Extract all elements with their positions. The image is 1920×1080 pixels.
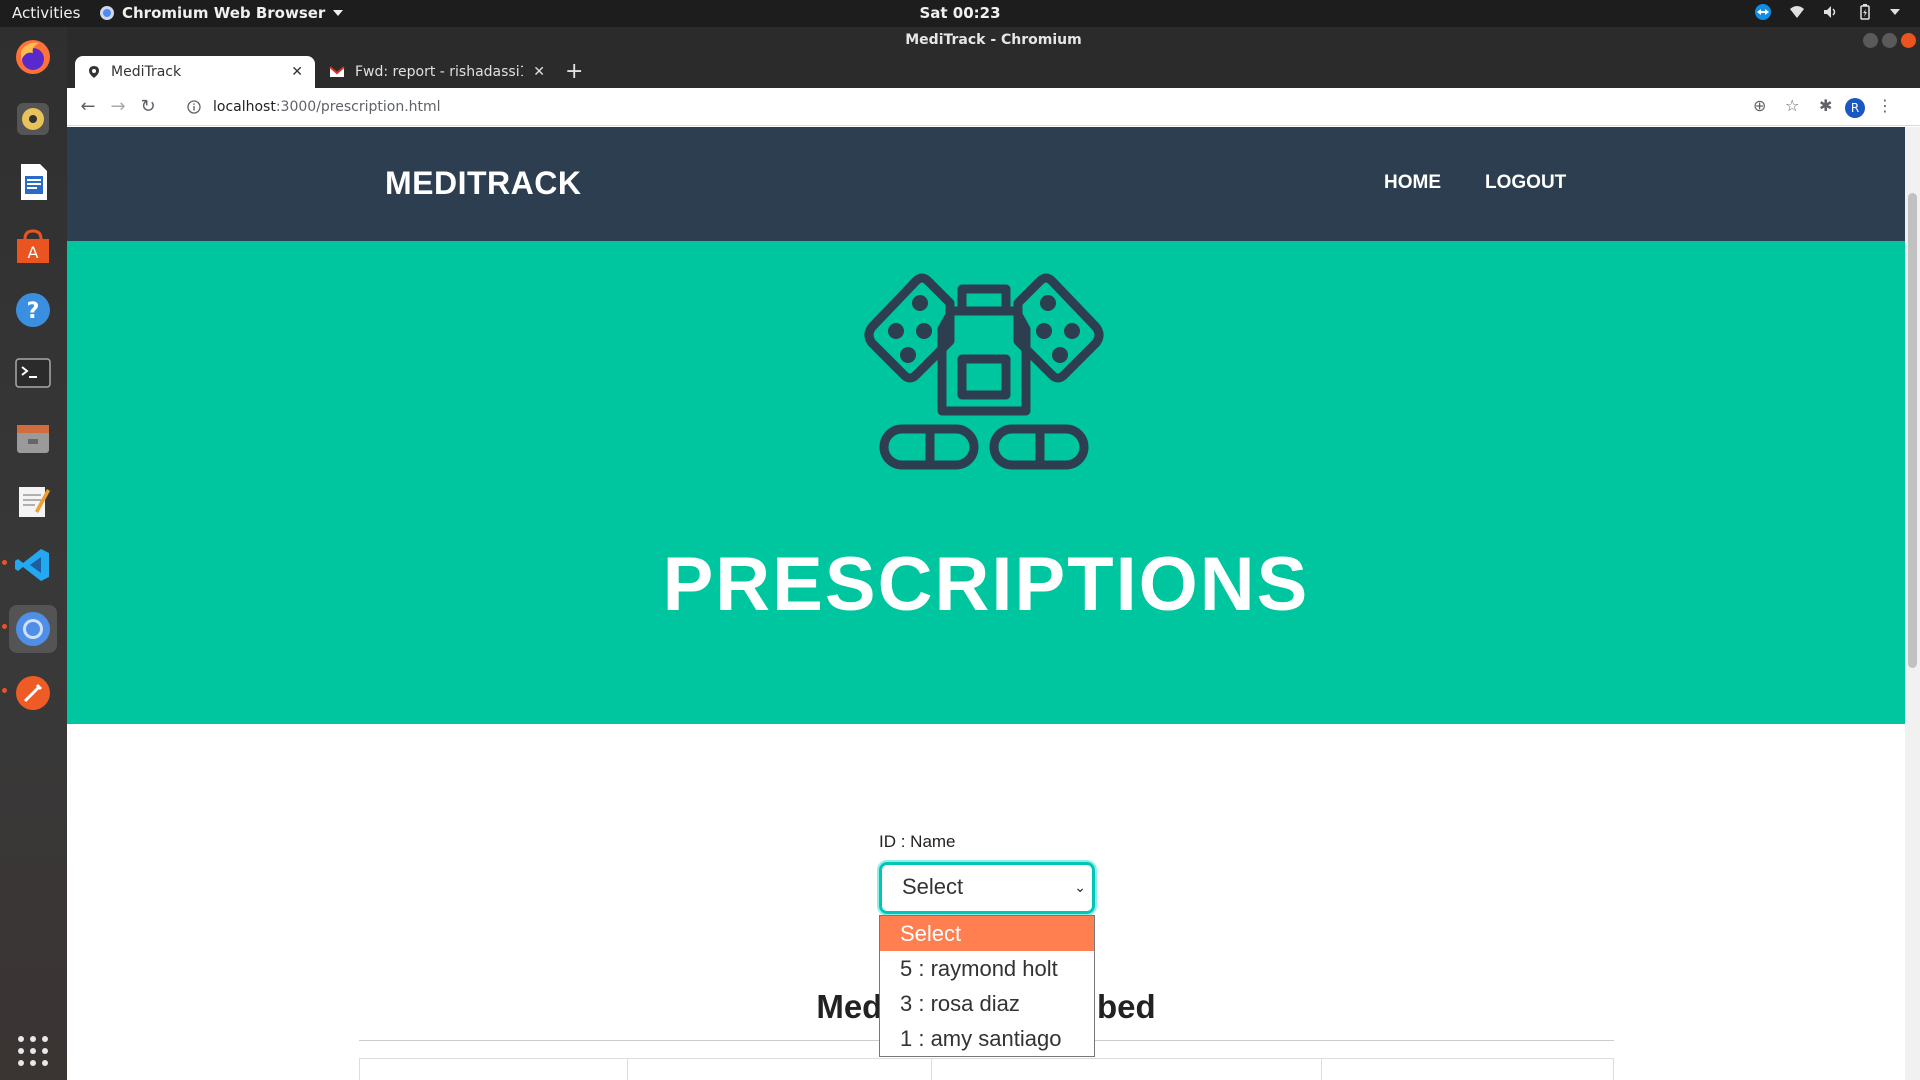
url-host: localhost [213, 99, 276, 115]
teamviewer-icon[interactable] [1754, 3, 1772, 21]
files-icon[interactable] [9, 413, 57, 461]
maximize-icon[interactable] [1882, 33, 1897, 48]
running-indicator [2, 560, 7, 565]
zoom-icon[interactable]: ⊕ [1753, 96, 1766, 115]
browser-toolbar: ← → ↻ localhost:3000/prescription.html ⊕… [67, 88, 1920, 126]
patient-select-dropdown: Select 5 : raymond holt 3 : rosa diaz 1 … [879, 915, 1095, 1057]
nav-logout-link[interactable]: LOGOUT [1485, 172, 1566, 194]
nav-home-link[interactable]: HOME [1384, 172, 1441, 194]
wifi-icon[interactable] [1788, 3, 1806, 21]
page-scrollbar[interactable] [1905, 127, 1920, 1080]
table-column-divider [627, 1059, 628, 1080]
volume-icon[interactable] [1822, 3, 1840, 21]
tab-gmail[interactable]: Fwd: report - rishadassi1€ ✕ [317, 56, 557, 88]
scrollbar-thumb[interactable] [1908, 193, 1917, 668]
ubuntu-software-icon[interactable]: A [9, 223, 57, 271]
address-bar[interactable]: localhost:3000/prescription.html [177, 93, 1817, 121]
chevron-down-icon: ⌄ [1074, 879, 1086, 895]
medicine-icon [864, 273, 1104, 470]
system-top-bar: Activities Chromium Web Browser Sat 00:2… [0, 0, 1920, 27]
bookmark-star-icon[interactable]: ☆ [1785, 96, 1799, 115]
site-navbar: MEDITRACK HOME LOGOUT [67, 127, 1905, 241]
system-menu-chevron-icon[interactable] [1890, 9, 1900, 15]
tab-title: MediTrack [111, 64, 182, 80]
location-pin-icon [89, 66, 99, 78]
rhythmbox-icon[interactable] [9, 95, 57, 143]
libreoffice-writer-icon[interactable] [9, 158, 57, 206]
select-option[interactable]: 1 : amy santiago [880, 1021, 1094, 1056]
extensions-icon[interactable]: ✱ [1819, 96, 1832, 115]
chromium-dock-icon[interactable] [9, 605, 57, 653]
svg-text:A: A [28, 243, 39, 262]
reload-button[interactable]: ↻ [137, 96, 159, 118]
close-tab-icon[interactable]: ✕ [533, 64, 545, 80]
tab-title: Fwd: report - rishadassi1€ [355, 64, 524, 80]
forward-button[interactable]: → [107, 96, 129, 118]
back-button[interactable]: ← [77, 96, 99, 118]
page-title: PRESCRIPTIONS [662, 542, 1310, 627]
select-option[interactable]: 3 : rosa diaz [880, 986, 1094, 1021]
gmail-icon [329, 66, 345, 77]
hero-section: PRESCRIPTIONS [67, 241, 1905, 724]
close-window-icon[interactable] [1901, 33, 1916, 48]
patient-select[interactable]: Select ⌄ [879, 862, 1095, 914]
page-viewport: MEDITRACK HOME LOGOUT PRESCRIPTIONS ID:… [67, 127, 1905, 1080]
tab-strip: MediTrack ✕ Fwd: report - rishadassi1€ ✕… [67, 54, 1920, 88]
profile-avatar[interactable]: R [1845, 97, 1865, 118]
medicines-table [359, 1058, 1614, 1080]
minimize-icon[interactable] [1863, 33, 1878, 48]
menu-icon[interactable]: ⋮ [1877, 96, 1893, 115]
select-option[interactable]: Select [880, 916, 1094, 951]
new-tab-button[interactable]: + [565, 59, 583, 84]
table-column-divider [1321, 1059, 1322, 1080]
url-path: :3000/prescription.html [275, 99, 441, 115]
close-tab-icon[interactable]: ✕ [291, 64, 303, 80]
brand-logo[interactable]: MEDITRACK [385, 165, 581, 202]
clock[interactable]: Sat 00:23 [0, 4, 1920, 22]
patient-select-value: Select [902, 874, 964, 899]
running-indicator [2, 688, 7, 693]
system-tray[interactable] [1754, 3, 1900, 21]
select-option[interactable]: 5 : raymond holt [880, 951, 1094, 986]
window-title-bar[interactable]: MediTrack - Chromium [67, 27, 1920, 54]
window-title: MediTrack - Chromium [905, 32, 1082, 48]
battery-icon[interactable] [1856, 3, 1874, 21]
tab-meditrack[interactable]: MediTrack ✕ [75, 56, 315, 88]
firefox-icon[interactable] [9, 33, 57, 81]
show-applications-icon[interactable] [9, 1027, 57, 1075]
svg-text:?: ? [27, 299, 40, 324]
postman-icon[interactable] [9, 669, 57, 717]
table-column-divider [931, 1059, 932, 1080]
text-editor-icon[interactable] [9, 477, 57, 525]
vscode-icon[interactable] [9, 541, 57, 589]
help-icon[interactable]: ? [9, 286, 57, 334]
dock: A ? [0, 27, 67, 1080]
terminal-icon[interactable] [9, 349, 57, 397]
content-section: ID : Name Select ⌄ Medicines Prescribed … [67, 724, 1905, 1080]
patient-select-label: ID : Name [879, 832, 956, 851]
info-icon[interactable] [187, 100, 201, 114]
running-indicator [2, 624, 7, 629]
